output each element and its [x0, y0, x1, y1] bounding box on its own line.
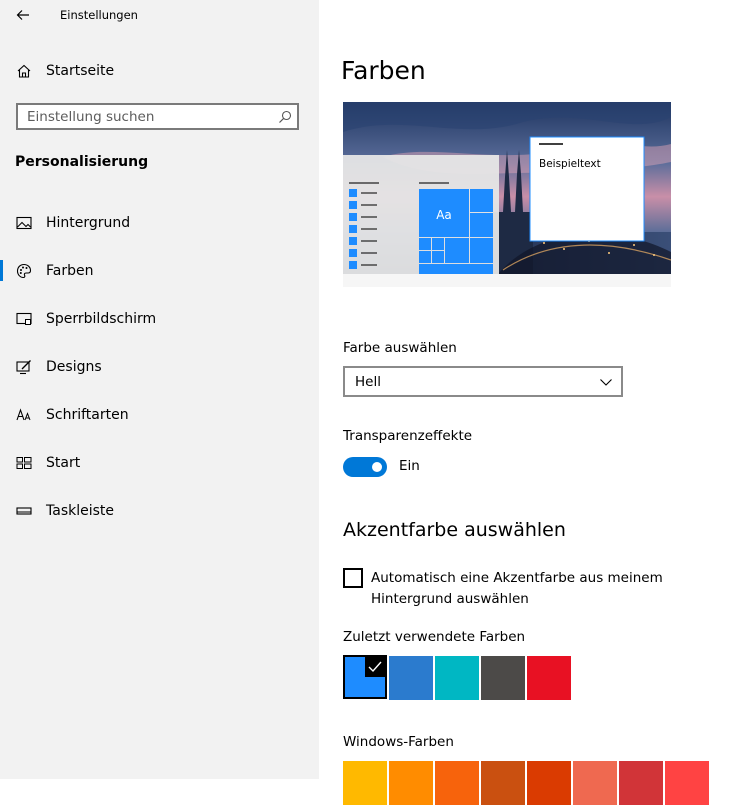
sidebar-item-hintergrund[interactable]: Hintergrund	[0, 203, 319, 243]
picture-icon	[15, 214, 33, 232]
search-input[interactable]	[27, 107, 267, 127]
sidebar-item-designs[interactable]: Designs	[0, 347, 319, 387]
sidebar-item-start[interactable]: Start	[0, 443, 319, 483]
taskbar-icon	[15, 502, 33, 520]
search-box[interactable]	[16, 103, 299, 130]
recent-color-swatch[interactable]	[527, 656, 571, 700]
preview-tile-text: Aa	[436, 208, 452, 222]
recent-color-swatch[interactable]	[435, 656, 479, 700]
main-content: Farben Aa Beispieltext Farbe auswählen H…	[319, 0, 744, 805]
sidebar: Einstellungen Startseite Personalisierun…	[0, 0, 319, 779]
search-icon[interactable]	[278, 110, 292, 124]
color-mode-value: Hell	[355, 374, 381, 390]
windows-color-swatch[interactable]	[665, 761, 709, 805]
color-mode-label: Farbe auswählen	[343, 340, 457, 356]
sidebar-item-label: Startseite	[46, 63, 115, 79]
start-menu-icon	[15, 454, 33, 472]
toggle-knob	[372, 462, 382, 472]
sidebar-item-farben[interactable]: Farben	[0, 251, 319, 291]
windows-color-swatch[interactable]	[343, 761, 387, 805]
lock-screen-icon	[15, 310, 33, 328]
sidebar-item-label: Sperrbildschirm	[46, 311, 157, 327]
sidebar-item-label: Schriftarten	[46, 407, 129, 423]
font-icon	[15, 406, 33, 424]
auto-accent-checkbox[interactable]	[343, 568, 363, 588]
page-title: Farben	[341, 56, 426, 85]
section-title: Personalisierung	[15, 154, 149, 170]
windows-color-swatch[interactable]	[573, 761, 617, 805]
color-mode-dropdown[interactable]: Hell	[343, 366, 623, 397]
theme-preview: Aa Beispieltext	[343, 102, 671, 287]
recent-color-swatch[interactable]	[343, 655, 387, 699]
transparency-toggle[interactable]	[343, 457, 387, 477]
sidebar-item-sperrbildschirm[interactable]: Sperrbildschirm	[0, 299, 319, 339]
windows-colors-label: Windows-Farben	[343, 734, 454, 750]
preview-image: Aa Beispieltext	[343, 102, 671, 287]
brush-icon	[15, 358, 33, 376]
recent-colors-label: Zuletzt verwendete Farben	[343, 629, 526, 645]
sidebar-item-label: Taskleiste	[46, 503, 115, 519]
windows-color-swatch[interactable]	[389, 761, 433, 805]
sidebar-item-schriftarten[interactable]: Schriftarten	[0, 395, 319, 435]
transparency-label: Transparenzeffekte	[343, 428, 473, 444]
home-icon	[15, 62, 33, 80]
auto-accent-label: Automatisch eine Akzentfarbe aus meinem …	[371, 570, 663, 607]
sidebar-item-label: Farben	[46, 263, 94, 279]
title-bar: Einstellungen	[0, 0, 319, 30]
sidebar-item-home[interactable]: Startseite	[0, 51, 319, 91]
windows-color-swatch[interactable]	[481, 761, 525, 805]
windows-color-swatch[interactable]	[619, 761, 663, 805]
palette-icon	[15, 262, 33, 280]
preview-sample-text: Beispieltext	[539, 158, 601, 170]
checkmark-icon	[365, 657, 385, 677]
windows-color-swatch[interactable]	[527, 761, 571, 805]
window-title: Einstellungen	[60, 8, 138, 22]
sidebar-item-label: Hintergrund	[46, 215, 131, 231]
recent-color-swatch[interactable]	[481, 656, 525, 700]
sidebar-item-taskleiste[interactable]: Taskleiste	[0, 491, 319, 531]
recent-color-swatch[interactable]	[389, 656, 433, 700]
back-button[interactable]	[10, 4, 36, 26]
sidebar-item-label: Designs	[46, 359, 102, 375]
accent-heading: Akzentfarbe auswählen	[343, 519, 566, 541]
sidebar-item-label: Start	[46, 455, 81, 471]
back-arrow-icon	[16, 10, 29, 20]
windows-color-swatch[interactable]	[435, 761, 479, 805]
chevron-down-icon	[600, 379, 612, 386]
transparency-state: Ein	[399, 458, 420, 474]
